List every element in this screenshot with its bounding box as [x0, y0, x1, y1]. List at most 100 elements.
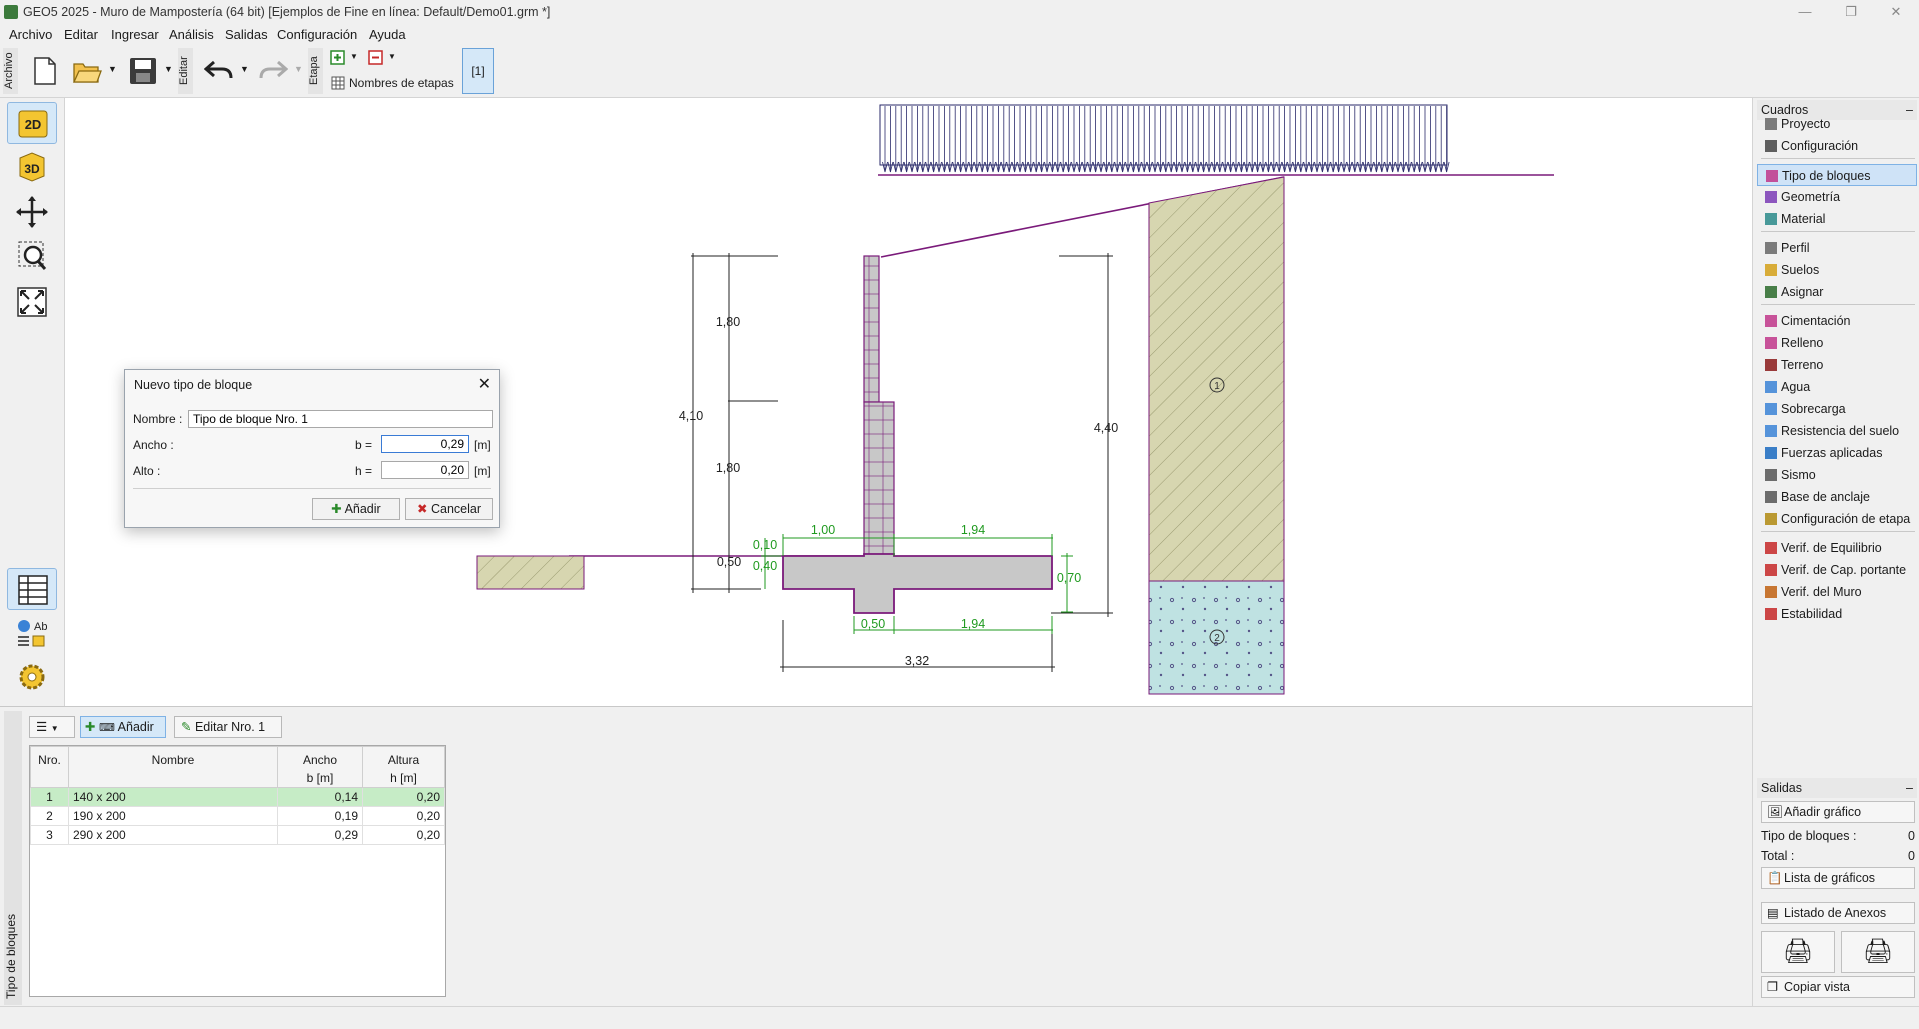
- new-file-icon[interactable]: [32, 56, 58, 86]
- print-button[interactable]: 🖨: [1761, 931, 1835, 973]
- pan-button[interactable]: [7, 191, 57, 233]
- graph-list-button[interactable]: 📋 Lista de gráficos: [1761, 867, 1915, 889]
- remove-stage-icon[interactable]: [368, 50, 384, 66]
- menu-salidas[interactable]: Salidas: [225, 27, 268, 42]
- nav-item-configuración-de-etapa[interactable]: Configuración de etapa: [1757, 508, 1917, 530]
- dialog-close-icon[interactable]: ✕: [478, 374, 491, 394]
- column-header-nro[interactable]: Nro.: [30, 746, 69, 788]
- edit-block-button[interactable]: ✎ Editar Nro. 1: [174, 716, 282, 738]
- nav-item-cimentación[interactable]: Cimentación: [1757, 310, 1917, 332]
- table-row[interactable]: 3 290 x 200 0,29 0,20: [30, 825, 445, 845]
- nav-item-relleno[interactable]: Relleno: [1757, 332, 1917, 354]
- styles-button[interactable]: Ab: [7, 612, 57, 654]
- archivo-tab[interactable]: Archivo: [3, 48, 18, 94]
- nav-item-material[interactable]: Material: [1757, 208, 1917, 230]
- copy-view-button[interactable]: ❐ Copiar vista: [1761, 976, 1915, 998]
- remove-stage-dropdown-icon[interactable]: ▼: [388, 52, 396, 61]
- redo-icon[interactable]: [258, 58, 288, 82]
- block-types-table[interactable]: Nro. Nombre Ancho b [m] Altura h [m] 1 140…: [29, 745, 446, 997]
- nav-item-proyecto[interactable]: Proyecto: [1757, 113, 1917, 135]
- edit-block-label: Editar Nro. 1: [194, 720, 266, 734]
- annex-list-button[interactable]: ▤ Listado de Anexos: [1761, 902, 1915, 924]
- table-view-button[interactable]: [7, 568, 57, 610]
- nav-item-geometría[interactable]: Geometría: [1757, 186, 1917, 208]
- table-row[interactable]: 1 140 x 200 0,14 0,20: [30, 787, 445, 807]
- nav-item-sobrecarga[interactable]: Sobrecarga: [1757, 398, 1917, 420]
- nav-item-suelos[interactable]: Suelos: [1757, 259, 1917, 281]
- graph-list-label: Lista de gráficos: [1784, 871, 1876, 885]
- nav-item-verif-de-equilibrio[interactable]: Verif. de Equilibrio: [1757, 537, 1917, 559]
- nombre-input[interactable]: [188, 410, 493, 428]
- print-pdf-button[interactable]: 🖨: [1841, 931, 1915, 973]
- nav-item-sismo[interactable]: Sismo: [1757, 464, 1917, 486]
- minimize-button[interactable]: —: [1782, 0, 1828, 24]
- nav-item-configuración[interactable]: Configuración: [1757, 135, 1917, 157]
- nav-item-tipo-de-bloques[interactable]: Tipo de bloques: [1757, 164, 1917, 186]
- redo-dropdown-icon[interactable]: ▼: [294, 64, 303, 74]
- restore-button[interactable]: ❐: [1828, 0, 1874, 24]
- assign-icon: [1765, 286, 1777, 298]
- add-stage-icon[interactable]: [330, 50, 346, 66]
- stage-settings-icon: [1765, 513, 1777, 525]
- menu-archivo[interactable]: Archivo: [9, 27, 52, 42]
- nav-item-asignar[interactable]: Asignar: [1757, 281, 1917, 303]
- etapa-tab[interactable]: Etapa: [308, 48, 323, 94]
- nav-item-resistencia-del-suelo[interactable]: Resistencia del suelo: [1757, 420, 1917, 442]
- add-stage-dropdown-icon[interactable]: ▼: [350, 52, 358, 61]
- menu-configuracion[interactable]: Configuración: [277, 27, 357, 42]
- dialog-add-button[interactable]: ✚ Añadir: [312, 498, 400, 520]
- nav-item-terreno[interactable]: Terreno: [1757, 354, 1917, 376]
- menu-ayuda[interactable]: Ayuda: [369, 27, 406, 42]
- save-icon[interactable]: [128, 56, 158, 86]
- table-row[interactable]: 2 190 x 200 0,19 0,20: [30, 806, 445, 826]
- svg-text:3D: 3D: [24, 162, 40, 176]
- editar-tab[interactable]: Editar: [178, 48, 193, 94]
- column-header-nombre[interactable]: Nombre: [68, 746, 278, 788]
- settings-button[interactable]: [7, 656, 57, 698]
- undo-dropdown-icon[interactable]: ▼: [240, 64, 249, 74]
- open-file-icon[interactable]: [72, 58, 102, 84]
- collapse-salidas-icon[interactable]: –: [1906, 778, 1913, 798]
- menu-ingresar[interactable]: Ingresar: [111, 27, 159, 42]
- nav-item-base-de-anclaje[interactable]: Base de anclaje: [1757, 486, 1917, 508]
- undo-icon[interactable]: [204, 58, 234, 82]
- stage-names-button[interactable]: Nombres de etapas: [349, 76, 454, 90]
- nav-item-estabilidad[interactable]: Estabilidad: [1757, 603, 1917, 625]
- svg-text:2D: 2D: [25, 117, 42, 132]
- close-window-button[interactable]: ✕: [1873, 0, 1919, 24]
- ancho-input[interactable]: [381, 435, 469, 453]
- zoom-button[interactable]: [7, 235, 57, 277]
- stage-indicator[interactable]: [1]: [462, 48, 494, 94]
- nav-item-agua[interactable]: Agua: [1757, 376, 1917, 398]
- view-3d-button[interactable]: 3D: [7, 146, 57, 188]
- nav-item-label: Asignar: [1781, 285, 1824, 299]
- menu-analisis[interactable]: Análisis: [169, 27, 214, 42]
- cell-nro: 2: [30, 806, 69, 826]
- add-block-button[interactable]: ✚ ⌨ Añadir: [80, 716, 166, 738]
- view-mode-button[interactable]: ☰ ▼: [29, 716, 75, 738]
- column-header-altura[interactable]: Altura h [m]: [362, 746, 445, 788]
- cell-nombre: 190 x 200: [68, 806, 278, 826]
- add-graph-button[interactable]: 🖼 Añadir gráfico: [1761, 801, 1915, 823]
- nav-item-fuerzas-aplicadas[interactable]: Fuerzas aplicadas: [1757, 442, 1917, 464]
- profile-icon: [1765, 242, 1777, 254]
- column-header-ancho[interactable]: Ancho b [m]: [277, 746, 363, 788]
- dialog-cancel-button[interactable]: ✖ Cancelar: [405, 498, 493, 520]
- view-2d-button[interactable]: 2D: [7, 102, 57, 144]
- nav-item-verif-del-muro[interactable]: Verif. del Muro: [1757, 581, 1917, 603]
- nav-item-verif-de-cap-portante[interactable]: Verif. de Cap. portante: [1757, 559, 1917, 581]
- open-dropdown-icon[interactable]: ▼: [108, 64, 117, 74]
- add-icon: ✚: [85, 720, 96, 734]
- cell-altura: 0,20: [362, 825, 445, 845]
- menu-editar[interactable]: Editar: [64, 27, 98, 42]
- view-mode-dropdown-icon: ▼: [50, 724, 59, 733]
- foundation: [782, 553, 1053, 614]
- save-dropdown-icon[interactable]: ▼: [164, 64, 173, 74]
- zoom-extents-button[interactable]: [7, 281, 57, 323]
- document-icon: [1765, 118, 1777, 130]
- new-block-type-dialog: Nuevo tipo de bloque ✕ Nombre : Ancho : …: [124, 369, 500, 528]
- nav-item-perfil[interactable]: Perfil: [1757, 237, 1917, 259]
- alto-input[interactable]: [381, 461, 469, 479]
- terrain-icon: [1765, 359, 1777, 371]
- dim-1-80-bottom: 1,80: [716, 461, 740, 475]
